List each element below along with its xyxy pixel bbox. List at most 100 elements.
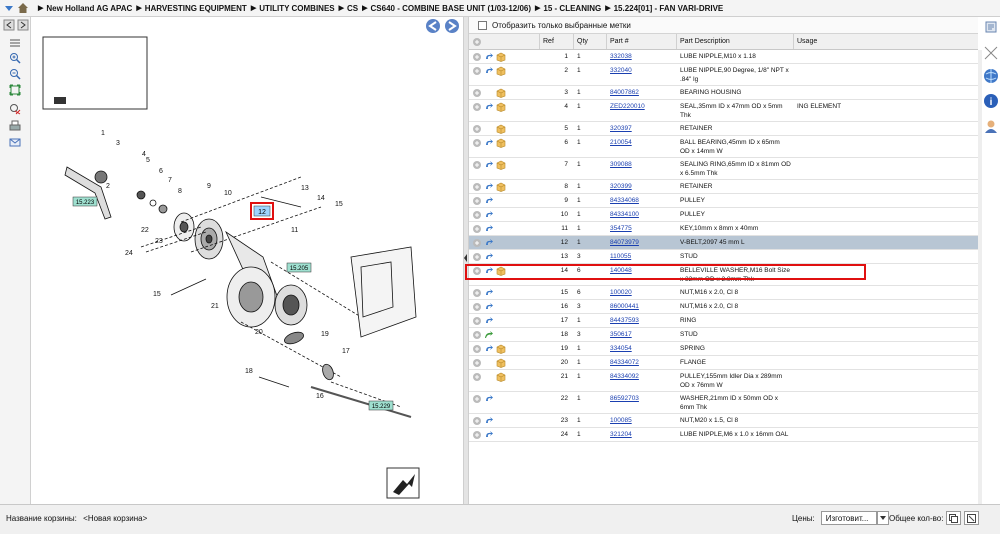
table-row[interactable]: 6 1 210054 BALL BEARING,45mm ID x 65mm OD x… — [469, 136, 978, 158]
callout-label[interactable]: 22 — [141, 227, 149, 234]
cell-part-number-link[interactable]: 210054 — [607, 136, 677, 157]
arrow-left-icon[interactable] — [2, 19, 16, 31]
zoom-in-icon[interactable] — [8, 52, 22, 64]
add-to-basket-icon[interactable] — [472, 124, 482, 134]
package-icon[interactable] — [496, 160, 506, 170]
package-icon[interactable] — [496, 88, 506, 98]
cell-part-number-link[interactable]: 84073979 — [607, 236, 677, 249]
breadcrumb-item[interactable]: 15.224[01] - FAN VARI-DRIVE — [614, 4, 724, 13]
callout-label[interactable]: 19 — [321, 331, 329, 338]
table-row[interactable]: 10 1 84334100 PULLEY — [469, 208, 978, 222]
callout-label[interactable]: 20 — [255, 329, 263, 336]
cell-part-number-link[interactable]: 321204 — [607, 428, 677, 441]
add-to-basket-icon[interactable] — [472, 430, 482, 440]
cell-part-number-link[interactable]: 110055 — [607, 250, 677, 263]
callout-label[interactable]: 8 — [178, 188, 182, 195]
globe-icon[interactable] — [983, 68, 999, 84]
linked-drawing-icon[interactable] — [484, 302, 494, 312]
cell-part-number-link[interactable]: 334054 — [607, 342, 677, 355]
breadcrumb-item[interactable]: HARVESTING EQUIPMENT — [145, 4, 247, 13]
cell-part-number-link[interactable]: ZED220010 — [607, 100, 677, 121]
add-to-basket-icon[interactable] — [472, 358, 482, 368]
linked-drawing-icon[interactable] — [484, 66, 494, 76]
cell-part-number-link[interactable]: 84437593 — [607, 314, 677, 327]
table-row[interactable]: 19 1 334054 SPRING — [469, 342, 978, 356]
add-to-basket-icon[interactable] — [472, 160, 482, 170]
cell-part-number-link[interactable]: 332040 — [607, 64, 677, 85]
package-icon[interactable] — [496, 344, 506, 354]
list-view-icon[interactable] — [8, 37, 22, 49]
header-ref[interactable]: Ref — [540, 34, 574, 49]
linked-drawing-icon[interactable] — [484, 416, 494, 426]
table-row[interactable]: 20 1 84334072 FLANGE — [469, 356, 978, 370]
parts-diagram[interactable]: 1 2 3 4 5 6 7 8 9 10 11 13 14 15 15 16 17 18 19 20 21 22 23 24 … — [31, 17, 463, 504]
add-to-basket-icon[interactable] — [472, 394, 482, 404]
callout-label[interactable]: 13 — [301, 185, 309, 192]
add-to-basket-icon[interactable] — [472, 252, 482, 262]
add-to-basket-icon[interactable] — [472, 302, 482, 312]
add-to-basket-icon[interactable] — [472, 238, 482, 248]
home-icon[interactable] — [17, 2, 29, 14]
settings-window-icon[interactable] — [983, 19, 999, 35]
table-row[interactable]: 13 3 110055 STUD — [469, 250, 978, 264]
linked-drawing-icon[interactable] — [484, 238, 494, 248]
zoom-out-icon[interactable] — [8, 68, 22, 80]
breadcrumb-item[interactable]: New Holland AG APAC — [46, 4, 132, 13]
linked-drawing-icon[interactable] — [484, 196, 494, 206]
table-row[interactable]: 15 6 100020 NUT,M16 x 2.0, Cl 8 — [469, 286, 978, 300]
callout-label[interactable]: 24 — [125, 250, 133, 257]
header-qty[interactable]: Qty — [574, 34, 607, 49]
callout-label[interactable]: 15 — [335, 201, 343, 208]
add-to-basket-icon[interactable] — [472, 288, 482, 298]
table-row[interactable]: 24 1 321204 LUBE NIPPLE,M6 x 1.0 x 16mm OAL — [469, 428, 978, 442]
table-row[interactable]: 7 1 309088 SEALING RING,65mm ID x 81mm OD x… — [469, 158, 978, 180]
table-row[interactable]: 11 1 354775 KEY,10mm x 8mm x 40mm — [469, 222, 978, 236]
prices-dropdown[interactable]: Изготовит... — [820, 511, 877, 525]
callout-label[interactable]: 17 — [342, 348, 350, 355]
add-to-basket-icon[interactable] — [472, 52, 482, 62]
header-add-all[interactable] — [469, 34, 540, 49]
callout-label[interactable]: 7 — [168, 177, 172, 184]
linked-drawing-icon[interactable] — [484, 160, 494, 170]
replacement-icon[interactable] — [484, 330, 494, 340]
prices-dropdown-arrow[interactable] — [876, 511, 889, 525]
add-to-basket-icon[interactable] — [472, 182, 482, 192]
header-part[interactable]: Part # — [607, 34, 677, 49]
cell-part-number-link[interactable]: 100085 — [607, 414, 677, 427]
cell-part-number-link[interactable]: 86000441 — [607, 300, 677, 313]
reference-link-label[interactable]: 15.229 — [372, 404, 391, 410]
parts-table-scrollbar[interactable] — [978, 50, 982, 504]
linked-drawing-icon[interactable] — [484, 182, 494, 192]
clear-selection-icon[interactable] — [8, 103, 22, 115]
add-to-basket-icon[interactable] — [472, 66, 482, 76]
callout-label[interactable]: 1 — [101, 130, 105, 137]
add-to-basket-icon[interactable] — [472, 416, 482, 426]
header-usage[interactable]: Usage — [794, 34, 954, 49]
linked-drawing-icon[interactable] — [484, 288, 494, 298]
table-row[interactable]: 17 1 84437593 RING — [469, 314, 978, 328]
callout-label[interactable]: 21 — [211, 303, 219, 310]
table-row[interactable]: 22 1 86592703 WASHER,21mm ID x 50mm OD x 6m… — [469, 392, 978, 414]
package-icon[interactable] — [496, 52, 506, 62]
callout-label[interactable]: 9 — [207, 183, 211, 190]
cell-part-number-link[interactable]: 84334072 — [607, 356, 677, 369]
arrow-right-icon[interactable] — [16, 19, 30, 31]
show-selected-only-checkbox[interactable] — [478, 20, 487, 30]
add-to-basket-icon[interactable] — [472, 224, 482, 234]
table-row[interactable]: 12 1 84073979 V-BELT,2097 45 mm L — [469, 236, 978, 250]
add-to-basket-icon[interactable] — [472, 316, 482, 326]
table-row[interactable]: 1 1 332038 LUBE NIPPLE,M10 x 1.18 — [469, 50, 978, 64]
fit-to-window-icon[interactable] — [8, 84, 22, 96]
next-page-button[interactable] — [445, 19, 459, 33]
cell-part-number-link[interactable]: 350617 — [607, 328, 677, 341]
callout-label[interactable]: 3 — [116, 140, 120, 147]
table-row[interactable]: 21 1 84334092 PULLEY,155mm Idler Dia x 289m… — [469, 370, 978, 392]
callout-label[interactable]: 10 — [224, 190, 232, 197]
add-to-basket-icon[interactable] — [472, 330, 482, 340]
callout-label[interactable]: 16 — [316, 393, 324, 400]
table-row[interactable]: 4 1 ZED220010 SEAL,35mm ID x 47mm OD x 5mm … — [469, 100, 978, 122]
add-to-basket-icon[interactable] — [472, 344, 482, 354]
table-row[interactable]: 18 3 350617 STUD — [469, 328, 978, 342]
linked-drawing-icon[interactable] — [484, 344, 494, 354]
cell-part-number-link[interactable]: 320399 — [607, 180, 677, 193]
